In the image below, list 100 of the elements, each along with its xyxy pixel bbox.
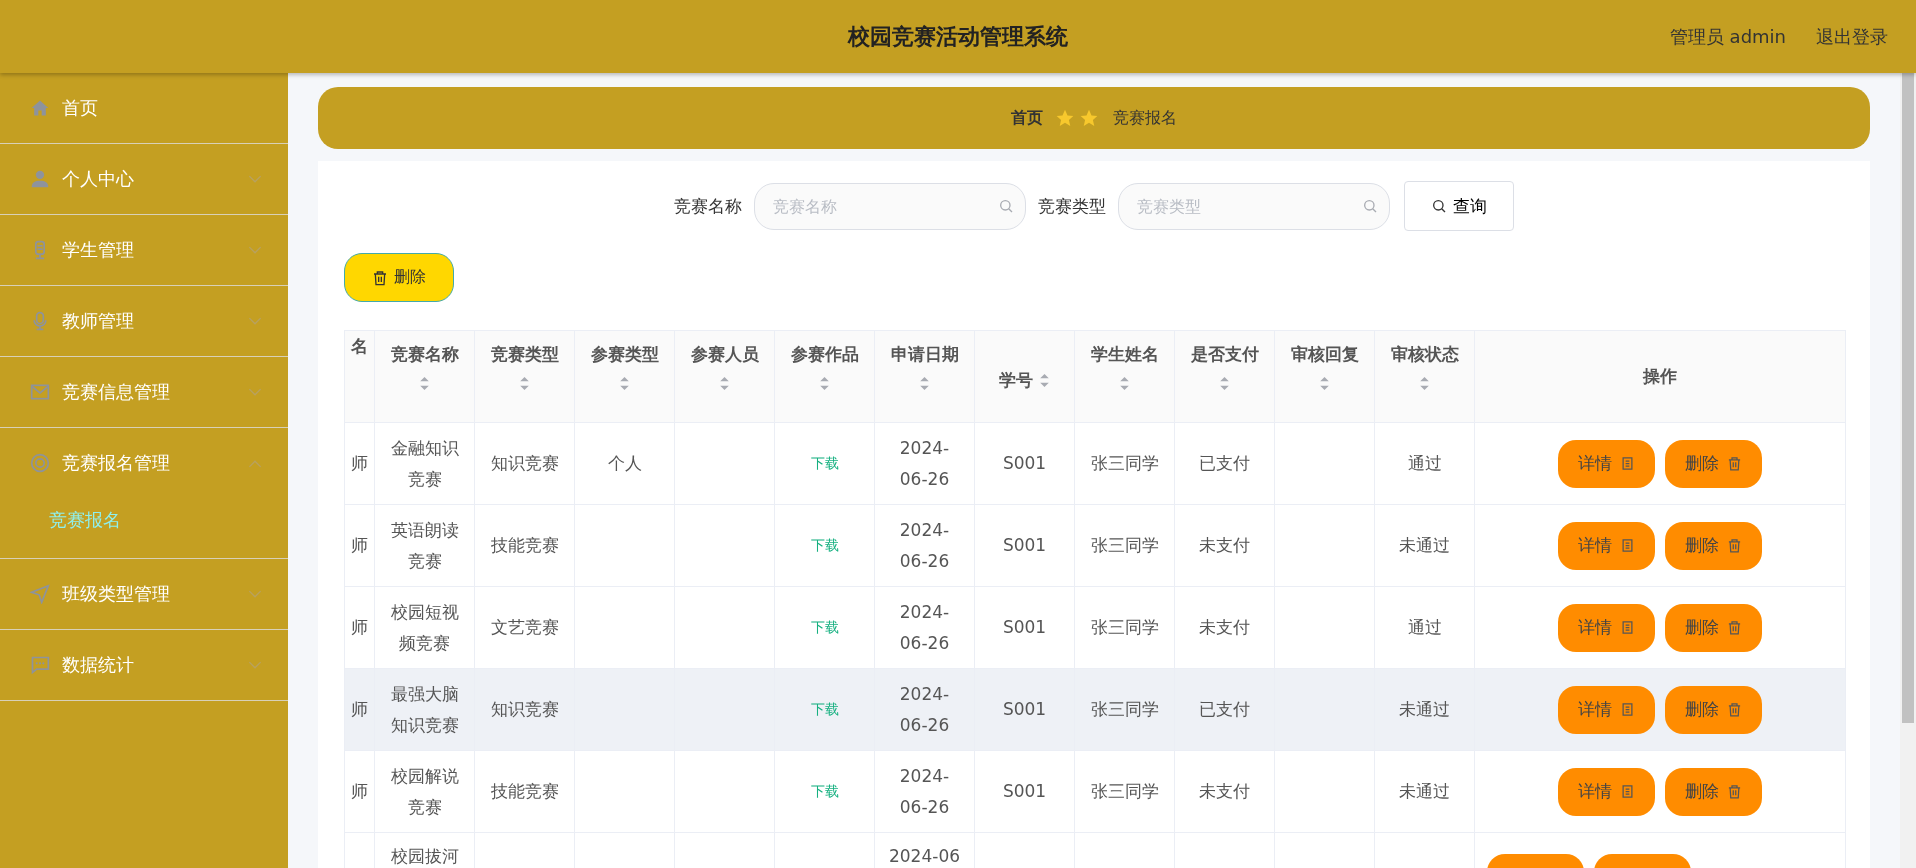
details-button[interactable]: 详情 — [1558, 767, 1655, 816]
table-cell: 知识竞赛 — [475, 669, 575, 750]
menu-item[interactable]: 教师管理 — [0, 286, 288, 356]
table-cell: 最强大脑知识竞赛 — [375, 669, 475, 750]
table-cell: 已支付 — [1175, 669, 1275, 750]
sort-icon[interactable] — [919, 376, 930, 391]
column-header[interactable]: 参赛作品 — [775, 331, 875, 422]
field-label: 竞赛类型 — [1038, 194, 1106, 218]
sort-icon[interactable] — [1319, 376, 1330, 391]
microphone-icon — [30, 311, 50, 331]
table-cell: 师 — [345, 669, 375, 750]
search-field[interactable]: 竞赛名称 — [754, 182, 1026, 230]
chevron-icon — [248, 174, 262, 184]
delete-button[interactable]: 删除 — [344, 253, 454, 302]
sort-icon[interactable] — [719, 376, 730, 391]
menu-item[interactable]: 竞赛信息管理 — [0, 357, 288, 427]
sort-icon[interactable] — [1119, 376, 1130, 391]
table-cell: S001 — [975, 587, 1075, 668]
table-cell: 校园拔河 — [375, 833, 475, 868]
column-header[interactable]: 参赛类型 — [575, 331, 675, 422]
table-cell: S001 — [975, 423, 1075, 504]
trash-icon — [1727, 620, 1742, 635]
table-cell: 师 — [345, 751, 375, 832]
chevron-icon — [248, 316, 262, 326]
download-link[interactable]: 下载 — [810, 448, 839, 479]
table-cell: 文艺竞赛 — [475, 587, 575, 668]
details-button[interactable]: 详情 — [1558, 439, 1655, 488]
trash-icon — [372, 269, 388, 286]
table-cell: 未支付 — [1175, 751, 1275, 832]
star-icon — [1079, 108, 1099, 128]
download-link[interactable]: 下载 — [810, 694, 839, 725]
column-header[interactable]: 是否支付 — [1175, 331, 1275, 422]
trash-icon — [1727, 784, 1742, 799]
delete-button[interactable]: 删除 — [1665, 521, 1762, 570]
document-icon — [1620, 702, 1635, 717]
user-label: 管理员 admin — [1669, 24, 1786, 49]
column-header[interactable]: 审核状态 — [1375, 331, 1475, 422]
table-cell: 2024-06-26 — [875, 669, 975, 750]
search-icon — [1431, 198, 1447, 214]
download-link[interactable]: 下载 — [810, 776, 839, 807]
sort-icon[interactable] — [619, 376, 630, 391]
breadcrumb-home[interactable]: 首页 — [1011, 107, 1043, 129]
download-link[interactable]: 下载 — [810, 530, 839, 561]
sort-icon[interactable] — [519, 376, 530, 391]
details-button[interactable]: 详情 — [1558, 521, 1655, 570]
app-title: 校园竞赛活动管理系统 — [848, 22, 1068, 51]
table-cell: 未支付 — [1175, 587, 1275, 668]
column-header[interactable]: 竞赛名称 — [375, 331, 475, 422]
download-link[interactable]: 下载 — [810, 612, 839, 643]
menu-item[interactable]: 班级类型管理 — [0, 559, 288, 629]
column-header[interactable]: 审核回复 — [1275, 331, 1375, 422]
chevron-icon — [248, 660, 262, 670]
sort-icon[interactable] — [1219, 376, 1230, 391]
delete-button[interactable]: 删除 — [1665, 685, 1762, 734]
table-cell: 2024-06 — [875, 833, 975, 868]
table-cell: 张三同学 — [1075, 423, 1175, 504]
scrollbar[interactable] — [1900, 73, 1916, 868]
table-cell: 未通过 — [1375, 669, 1475, 750]
table-cell: 个人 — [575, 423, 675, 504]
sort-icon[interactable] — [819, 376, 830, 391]
table-cell: 校园短视频竞赛 — [375, 587, 475, 668]
document-icon — [1620, 784, 1635, 799]
delete-button[interactable]: 删除 — [1665, 603, 1762, 652]
menu-item[interactable]: 个人中心 — [0, 144, 288, 214]
chevron-icon — [248, 589, 262, 599]
table-cell: 未通过 — [1375, 751, 1475, 832]
sort-icon[interactable] — [419, 376, 430, 391]
search-icon — [1362, 197, 1378, 214]
table-cell: S001 — [975, 505, 1075, 586]
sort-icon[interactable] — [1039, 373, 1050, 388]
table-cell: 师 — [345, 505, 375, 586]
column-header[interactable]: 学号 — [975, 331, 1075, 422]
column-header: 名 — [345, 331, 375, 422]
table-cell: 未支付 — [1175, 505, 1275, 586]
sort-icon[interactable] — [1419, 376, 1430, 391]
column-header[interactable]: 学生姓名 — [1075, 331, 1175, 422]
trash-icon — [1727, 456, 1742, 471]
breadcrumb-current: 竞赛报名 — [1113, 107, 1177, 129]
logout-link[interactable]: 退出登录 — [1816, 24, 1888, 49]
table-cell: 2024-06-26 — [875, 423, 975, 504]
table-cell: 2024-06-26 — [875, 751, 975, 832]
search-icon — [998, 197, 1014, 214]
menu-item[interactable]: 首页 — [0, 73, 288, 143]
menu-item[interactable]: 学生管理 — [0, 215, 288, 285]
table-cell: 师 — [345, 587, 375, 668]
search-button[interactable]: 查询 — [1404, 181, 1514, 231]
delete-button[interactable]: 删除 — [1665, 767, 1762, 816]
chevron-icon — [248, 245, 262, 255]
search-field[interactable]: 竞赛类型 — [1118, 182, 1390, 230]
user-icon — [30, 169, 50, 189]
table-cell: 张三同学 — [1075, 587, 1175, 668]
column-header[interactable]: 申请日期 — [875, 331, 975, 422]
table-cell: 2024-06-26 — [875, 505, 975, 586]
trash-icon — [1727, 702, 1742, 717]
details-button[interactable]: 详情 — [1558, 603, 1655, 652]
column-header[interactable]: 竞赛类型 — [475, 331, 575, 422]
delete-button[interactable]: 删除 — [1665, 439, 1762, 488]
menu-item[interactable]: 数据统计 — [0, 630, 288, 700]
column-header[interactable]: 参赛人员 — [675, 331, 775, 422]
details-button[interactable]: 详情 — [1558, 685, 1655, 734]
